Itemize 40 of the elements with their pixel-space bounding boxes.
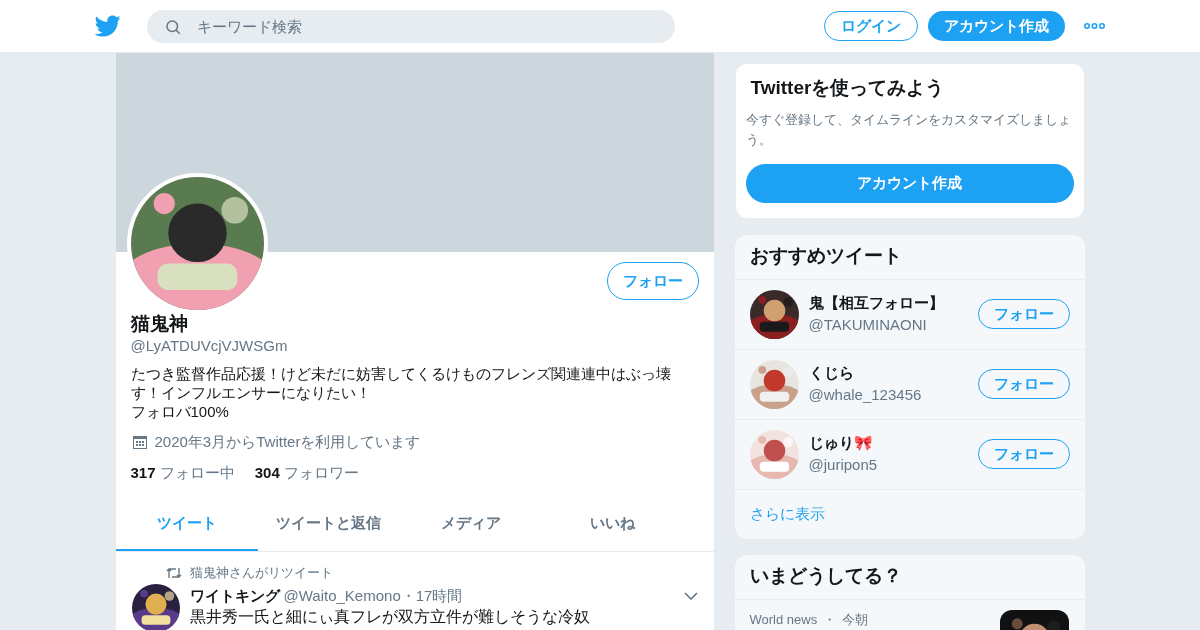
profile-tab[interactable]: メディア — [399, 498, 542, 551]
retweet-icon — [165, 565, 182, 580]
tweet-time: ・17時間 — [400, 585, 463, 606]
calendar-icon — [130, 433, 149, 452]
profile-tab[interactable]: ツイートと返信 — [257, 498, 400, 551]
profile-stat-link[interactable]: 304 フォロワー — [254, 461, 359, 484]
profile-bio: フォロバ100% — [130, 402, 230, 421]
news-source: World news — [749, 610, 818, 629]
profile-bio: たつき監督作品応援！けど未だに妨害してくるけものフレンズ関連連中はぶっ壊す！インフルエンサーになりたい！ — [130, 364, 672, 402]
profile-name: 猫鬼神 — [130, 312, 189, 336]
tweet-author: ワイトキング — [189, 585, 280, 606]
login-button[interactable]: ログイン — [824, 11, 918, 41]
signup-button[interactable]: アカウント作成 — [745, 163, 1074, 203]
bird-logo-icon[interactable] — [95, 13, 121, 39]
chevron-down-icon[interactable] — [683, 591, 698, 600]
news-time: 今朝 — [842, 610, 869, 629]
search-field[interactable]: キーワード検索 — [147, 9, 675, 43]
tweet-text: 黒井秀一氏と細にぃ真フレが双方立件が難しそうな冷奴 — [189, 607, 591, 627]
tweet-handle: @Waito_Kemono — [283, 585, 401, 606]
news-separator: ・ — [823, 610, 837, 629]
user-name: じゅり🎀 — [808, 432, 874, 453]
signup-button[interactable]: アカウント作成 — [928, 11, 1065, 41]
search-icon — [164, 17, 182, 36]
card-title: おすすめツイート — [734, 234, 1085, 280]
user-handle: @TAKUMINAONI — [808, 315, 928, 335]
user-handle: @juripon5 — [808, 455, 879, 475]
card-title: Twitterを使ってみよう — [749, 76, 946, 100]
profile-stat-link[interactable]: 317 フォロー中 — [130, 461, 235, 484]
profile-tab[interactable]: ツイート — [115, 498, 258, 551]
user-name: 鬼【相互フォロー】 — [808, 292, 945, 313]
user-name: くじら — [808, 362, 855, 383]
card-text: 今すぐ登録して、タイムラインをカスタマイズしましょう。 — [745, 110, 1072, 149]
profile-tab[interactable]: いいね — [541, 498, 684, 551]
profile-handle: @LyATDUVcjVJWSGm — [130, 336, 289, 356]
more-icon[interactable] — [1084, 23, 1105, 29]
card-title: いまどうしてる？ — [734, 554, 1085, 600]
retweet-context: 猫鬼神さんがリツイート — [189, 564, 333, 582]
user-handle: @whale_123456 — [808, 385, 923, 405]
join-date: 2020年3月からTwitterを利用しています — [154, 432, 421, 452]
show-more-link[interactable]: さらに表示 — [749, 502, 825, 526]
